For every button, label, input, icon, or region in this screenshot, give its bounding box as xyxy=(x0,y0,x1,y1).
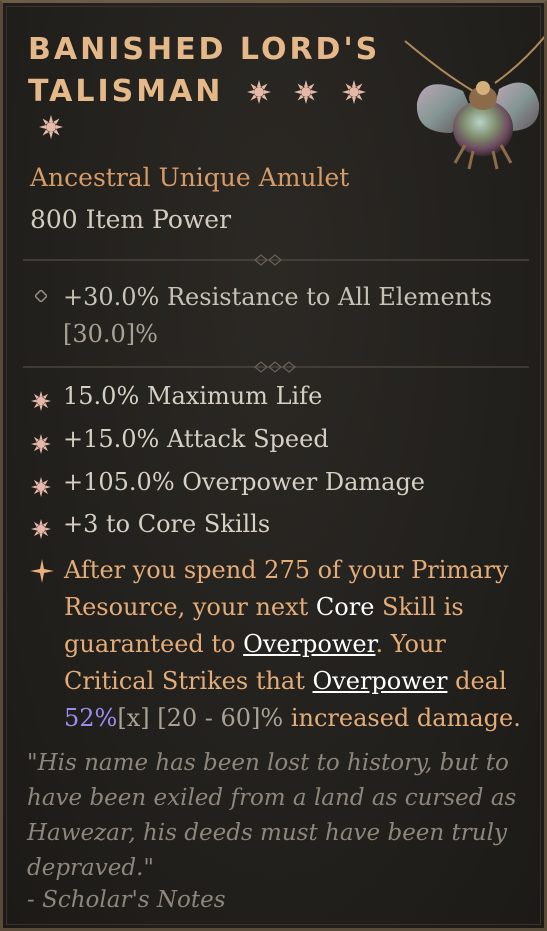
item-title-line1: BANISHED LORD'S xyxy=(28,32,381,67)
star-bullet-icon xyxy=(30,559,54,583)
sun-bullet-icon xyxy=(31,434,51,454)
item-power: 800 Item Power xyxy=(30,205,232,234)
legendary-aspect: After you spend 275 of your Primary Reso… xyxy=(64,552,526,737)
sun-bullet-icon xyxy=(31,391,51,411)
item-title: BANISHED LORD'S TALISMAN xyxy=(28,29,388,113)
legendary-text: increased damage. xyxy=(283,704,521,732)
overpower-keyword-link[interactable]: Overpower xyxy=(313,667,448,695)
affix-line: +15.0% Attack Speed xyxy=(63,425,329,453)
item-type: Ancestral Unique Amulet xyxy=(30,163,350,192)
implicit-text: +30.0% Resistance to All Elements xyxy=(63,283,493,311)
section-divider xyxy=(23,254,529,266)
flavor-text: "His name has been lost to history, but … xyxy=(27,750,517,881)
item-tooltip: BANISHED LORD'S TALISMAN Ancestral Uniqu… xyxy=(0,0,547,931)
implicit-affix: +30.0% Resistance to All Elements [30.0]… xyxy=(63,279,513,353)
sun-bullet-icon xyxy=(31,477,51,497)
implicit-range: [30.0]% xyxy=(63,320,158,348)
diamond-bullet-icon xyxy=(35,290,47,302)
sun-rune-icon xyxy=(294,80,319,104)
legendary-value: 52% xyxy=(64,704,118,732)
beetle-amulet-icon xyxy=(404,35,544,170)
affix-line: 15.0% Maximum Life xyxy=(63,382,323,410)
overpower-keyword-link[interactable]: Overpower xyxy=(243,630,375,658)
sun-bullet-icon xyxy=(31,519,51,539)
sun-rune-icon xyxy=(341,80,366,104)
sun-rune-icon xyxy=(246,80,271,104)
core-keyword: Core xyxy=(315,593,375,621)
item-title-line2: TALISMAN xyxy=(28,74,224,109)
flavor-source: - Scholar's Notes xyxy=(27,887,226,913)
legendary-range: [x] [20 - 60]% xyxy=(117,704,284,732)
affix-line: +3 to Core Skills xyxy=(63,510,271,538)
rune-row xyxy=(39,115,63,140)
section-divider xyxy=(23,361,529,373)
legendary-text: deal xyxy=(447,667,507,695)
sun-rune-icon xyxy=(39,115,63,139)
affix-line: +105.0% Overpower Damage xyxy=(63,468,426,496)
